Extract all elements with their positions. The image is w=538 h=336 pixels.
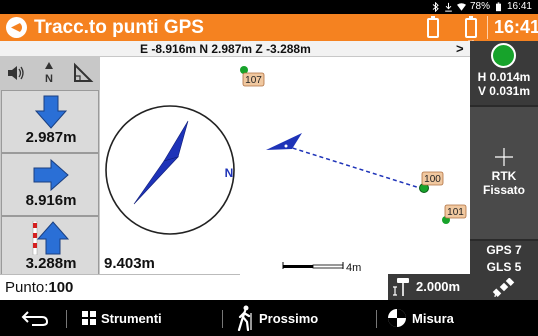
svg-text:N: N [45,73,53,85]
east-offset-value: 8.916m [25,192,77,209]
download-icon [445,2,452,12]
wifi-icon [456,2,466,11]
point-107[interactable]: 107 [240,66,265,87]
glonass-satellite-count: GLS 5 [486,260,522,274]
status-time: 16:41 [506,1,532,12]
target-icon [388,309,406,327]
measure-button[interactable]: Misura [387,304,454,332]
map-scale-bar: 4m [282,262,361,274]
point-name-value: 100 [48,279,74,296]
nav-divider [222,310,223,328]
point-info-bar: Punto:100 [0,274,240,300]
receiver-battery-icon [465,16,477,38]
receiver-pole-icon [393,278,409,296]
point-label: 100 [424,174,441,185]
chevron-right-icon[interactable]: > [456,41,464,56]
arrow-up-ranging-pole-icon [32,221,70,255]
triangle-icon[interactable] [72,59,94,87]
rtk-section[interactable]: RTK Fissato [470,105,538,241]
header-divider [487,16,488,39]
height-offset-value: 3.288m [25,255,77,272]
grid-icon [82,311,96,325]
next-label: Prossimo [259,310,319,326]
compass-north-letter: N [225,166,234,180]
current-position-marker [266,133,302,150]
point-name: Punto:100 [5,279,73,296]
crosshair-icon [495,148,513,166]
walking-person-icon [237,305,252,331]
satellite-section[interactable]: GPS 7 GLS 5 [470,243,538,300]
point-label: 107 [245,75,262,86]
controller-battery-icon [427,16,439,38]
status-bar: 78% 16:41 [0,0,538,14]
bottom-nav: Strumenti Prossimo Misura [0,300,538,336]
east-offset-cell: 8.916m [1,153,99,216]
north-arrow-icon[interactable]: N [38,59,60,87]
point-label: 101 [447,207,464,218]
antenna-height-value: 2.000m [416,279,461,294]
position-center-dot [284,144,288,148]
map-canvas[interactable]: 107 100 101 4m [240,57,470,274]
clock: 16:41 [494,17,538,37]
stakeout-panel: N 2.987m 8.916m 3.288m [0,57,100,279]
satellite-icon [492,278,515,298]
nav-divider [66,310,67,328]
coordinate-bar[interactable]: E -8.916m N 2.987m Z -3.288m > [0,41,470,57]
rtk-status: Fissato [482,183,525,197]
precision-section[interactable]: H 0.014m V 0.031m [470,41,538,103]
bluetooth-icon [432,1,439,12]
guidance-line [285,145,424,190]
horizontal-precision: H 0.014m [477,70,531,84]
tools-label: Strumenti [101,310,162,326]
app-logo-icon[interactable] [6,17,27,38]
battery-percent: 78% [469,1,490,12]
page-title: Tracc.to punti GPS [34,17,204,38]
arrow-right-icon [33,158,69,192]
distance-to-point: 9.403m [104,255,155,272]
measure-label: Misura [412,310,454,326]
point-101[interactable]: 101 [442,204,467,224]
north-offset-value: 2.987m [25,129,77,146]
coordinate-readout: E -8.916m N 2.987m Z -3.288m [140,42,311,56]
map-view[interactable]: 107 100 101 4m [240,57,470,274]
battery-icon [495,1,501,11]
next-button[interactable]: Prossimo [236,304,318,332]
rtk-label: RTK [491,169,517,183]
vertical-precision: V 0.031m [477,84,531,98]
speaker-icon[interactable] [4,59,26,87]
map-bottom-strip [240,274,388,300]
tools-button[interactable]: Strumenti [82,304,162,332]
title-bar: Tracc.to punti GPS 55 16:41 [0,14,538,47]
fix-status-indicator [491,43,516,68]
antenna-height-button[interactable]: 2.000m [388,274,470,300]
height-offset-cell: 3.288m [1,216,99,279]
gnss-status-panel: H 0.014m V 0.031m RTK Fissato GPS 7 GLS … [470,41,538,300]
compass: N [105,105,235,235]
point-100[interactable]: 100 [419,171,444,193]
arrow-down-icon [34,95,68,129]
compass-view: N 9.403m [100,57,240,274]
status-icons: 78% 16:41 [431,1,532,12]
north-offset-cell: 2.987m [1,90,99,153]
gps-satellite-count: GPS 7 [486,243,522,257]
nav-divider [376,310,377,328]
back-icon[interactable] [20,308,50,328]
point-name-label: Punto: [5,279,49,296]
map-scale-label: 4m [346,262,361,274]
